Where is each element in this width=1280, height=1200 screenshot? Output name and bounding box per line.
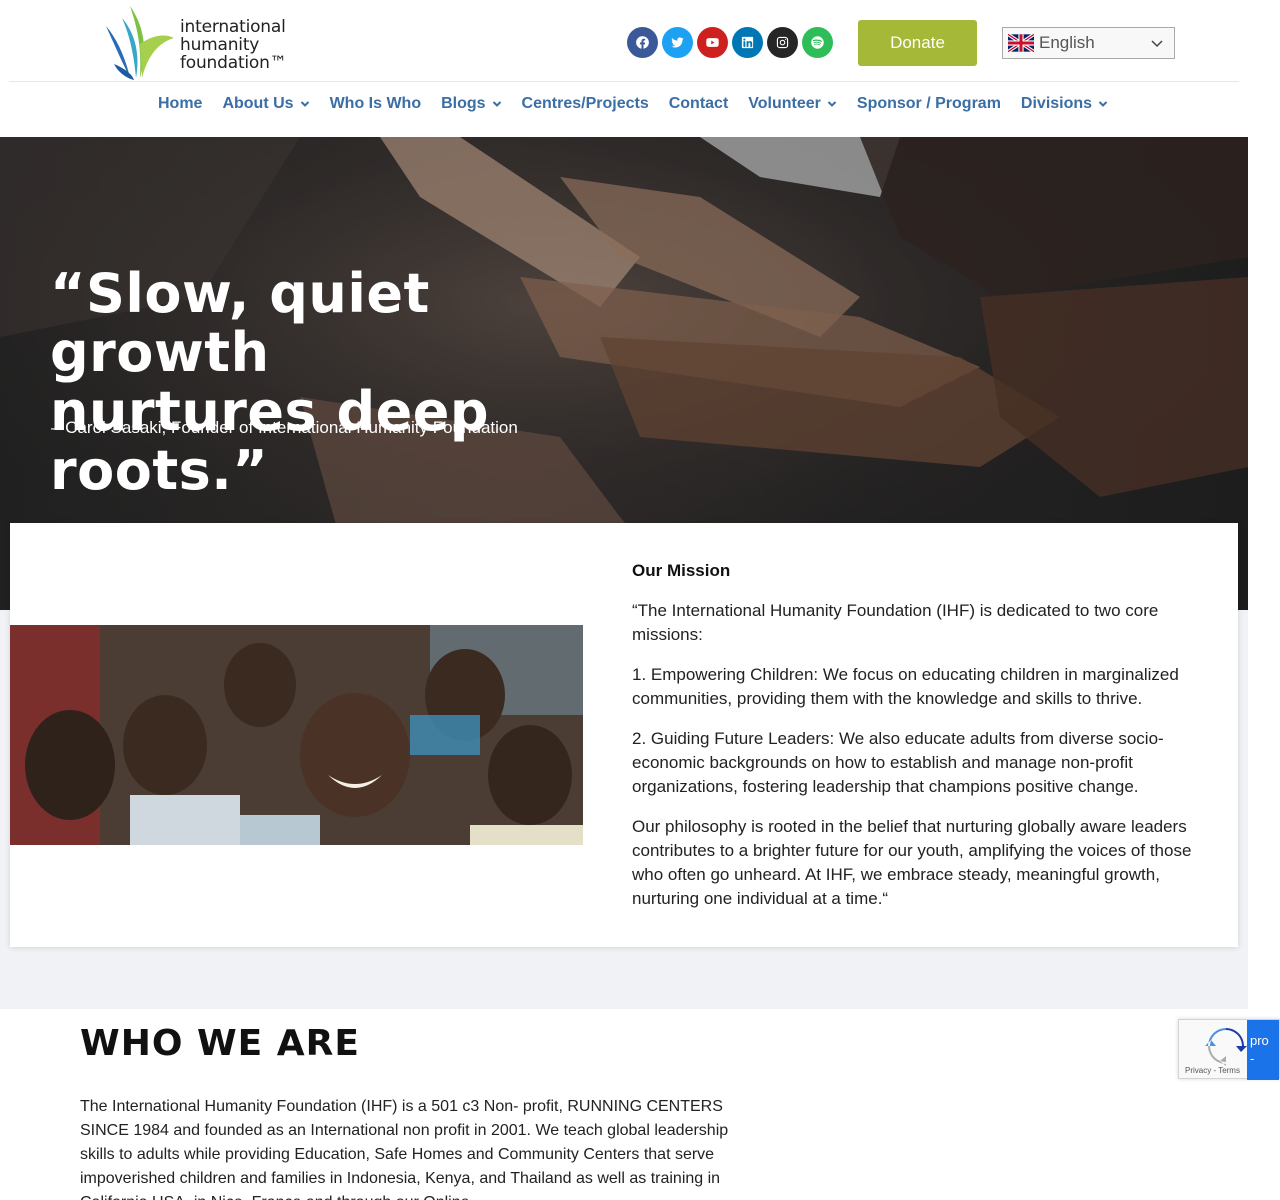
who-we-are-title: WHO WE ARE xyxy=(80,1023,360,1064)
nav-label: Centres/Projects xyxy=(521,95,649,112)
hero-quote: “Slow, quiet growth nurtures deep roots.… xyxy=(50,264,650,500)
nav-item-about-us[interactable]: About Us xyxy=(222,95,309,113)
nav-label: Divisions xyxy=(1020,95,1093,112)
chevron-down-icon xyxy=(300,101,309,107)
mission-text: Our Mission “The International Humanity … xyxy=(632,559,1212,927)
spotify-link[interactable] xyxy=(802,27,833,58)
nav-item-volunteer[interactable]: Volunteer xyxy=(748,95,837,113)
language-select[interactable]: English xyxy=(1002,27,1175,59)
nav-label: Blogs xyxy=(441,95,486,112)
nav-item-who-is-who[interactable]: Who Is Who xyxy=(330,95,422,113)
logo-line-3: foundation™ xyxy=(180,53,287,73)
mission-paragraph: 1. Empowering Children: We focus on educ… xyxy=(632,665,1179,708)
facebook-icon xyxy=(636,36,649,49)
ihf-logo-mark-icon xyxy=(106,6,174,80)
who-we-are-text: The International Humanity Foundation (I… xyxy=(80,1098,729,1200)
logo-wordmark: international humanity foundation™ xyxy=(180,18,287,72)
mission-card: Our Mission “The International Humanity … xyxy=(10,523,1238,947)
chevron-down-icon xyxy=(1151,40,1163,48)
mission-title: Our Mission xyxy=(632,561,731,580)
youtube-link[interactable] xyxy=(697,27,728,58)
children-photo xyxy=(10,625,583,845)
language-selected-label: English xyxy=(1039,33,1095,52)
nav-label: Who Is Who xyxy=(329,95,422,112)
nav-item-sponsor-program[interactable]: Sponsor / Program xyxy=(857,95,1001,113)
logo-line-1: international xyxy=(180,17,286,37)
chevron-down-icon xyxy=(827,101,837,107)
recaptcha-badge[interactable]: Privacy - Terms pro - xyxy=(1178,1019,1280,1080)
nav-item-home[interactable]: Home xyxy=(158,95,202,113)
header-divider xyxy=(9,81,1239,82)
children-photo-image xyxy=(10,625,583,845)
chevron-down-icon xyxy=(1098,101,1108,107)
twitter-link[interactable] xyxy=(662,27,693,58)
nav-item-blogs[interactable]: Blogs xyxy=(441,95,501,113)
nav-label: Contact xyxy=(668,95,729,112)
recaptcha-icon xyxy=(1205,1028,1247,1066)
donate-button[interactable]: Donate xyxy=(858,20,977,66)
hero-author: – Carol Sasaki, Founder of International… xyxy=(51,418,518,437)
recaptcha-side-text: pro xyxy=(1250,1033,1269,1048)
site-header: international humanity foundation™ Donat… xyxy=(0,0,1248,137)
mission-paragraph: “The International Humanity Foundation (… xyxy=(632,601,1159,644)
mission-paragraph: Our philosophy is rooted in the belief t… xyxy=(632,817,1192,908)
recaptcha-links[interactable]: Privacy - Terms xyxy=(1185,1066,1240,1075)
logo-line-2: humanity xyxy=(180,35,260,55)
spotify-icon xyxy=(811,36,824,49)
nav-label: Sponsor / Program xyxy=(856,95,1001,112)
recaptcha-side-text-2: - xyxy=(1250,1051,1255,1066)
twitter-icon xyxy=(671,37,684,48)
nav-item-centres-projects[interactable]: Centres/Projects xyxy=(522,95,649,113)
nav-item-contact[interactable]: Contact xyxy=(669,95,729,113)
hero-quote-line-1: “Slow, quiet growth xyxy=(50,262,430,384)
linkedin-icon xyxy=(741,36,754,49)
hero-quote-line-2: nurtures deep roots.” xyxy=(50,380,490,502)
ihf-logo[interactable]: international humanity foundation™ xyxy=(100,4,300,82)
chevron-down-icon xyxy=(492,101,501,107)
youtube-icon xyxy=(706,38,719,47)
facebook-link[interactable] xyxy=(627,27,658,58)
instagram-link[interactable] xyxy=(767,27,798,58)
main-nav: Home About Us Who Is Who Blogs Centres/P… xyxy=(158,95,1128,113)
instagram-icon xyxy=(776,36,789,49)
social-links xyxy=(627,27,833,58)
recaptcha-info-panel: pro - xyxy=(1247,1020,1279,1080)
mission-paragraph: 2. Guiding Future Leaders: We also educa… xyxy=(632,729,1164,796)
linkedin-link[interactable] xyxy=(732,27,763,58)
nav-label: Home xyxy=(158,95,203,112)
nav-item-divisions[interactable]: Divisions xyxy=(1021,95,1108,113)
nav-label: About Us xyxy=(222,95,294,112)
nav-label: Volunteer xyxy=(748,95,821,112)
uk-flag-icon xyxy=(1008,34,1034,52)
